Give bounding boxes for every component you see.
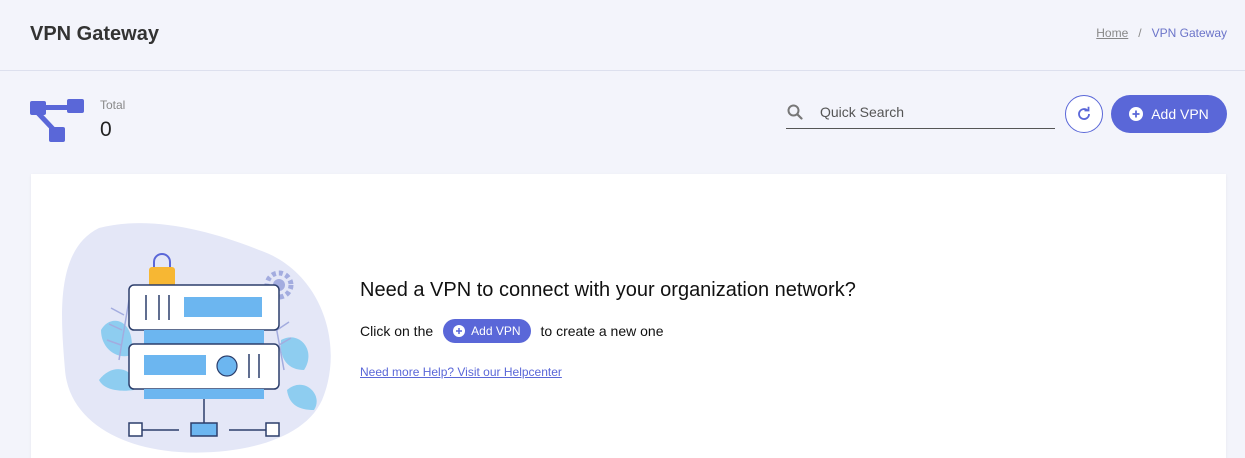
total-value: 0 xyxy=(100,118,112,141)
breadcrumb-current: VPN Gateway xyxy=(1151,26,1227,40)
plus-circle-icon xyxy=(453,325,466,337)
helpcenter-link[interactable]: Need more Help? Visit our Helpcenter xyxy=(360,365,562,379)
add-vpn-button[interactable]: Add VPN xyxy=(1111,95,1227,133)
refresh-icon xyxy=(1078,106,1090,120)
search-input[interactable] xyxy=(820,104,1040,120)
quick-search xyxy=(786,96,1055,129)
inline-add-vpn-label: Add VPN xyxy=(471,324,521,338)
search-icon xyxy=(787,104,803,120)
network-nodes-icon xyxy=(30,99,84,142)
breadcrumb: Home / VPN Gateway xyxy=(1096,26,1227,40)
empty-state-heading: Need a VPN to connect with your organiza… xyxy=(360,279,856,301)
breadcrumb-separator: / xyxy=(1138,26,1142,40)
page-header: VPN Gateway Home / VPN Gateway xyxy=(0,0,1245,71)
plus-circle-icon xyxy=(1129,107,1144,121)
instruction-suffix: to create a new one xyxy=(540,323,664,339)
page-title: VPN Gateway xyxy=(30,23,159,45)
empty-state-card: Need a VPN to connect with your organiza… xyxy=(31,174,1226,458)
inline-add-vpn-button[interactable]: Add VPN xyxy=(443,319,531,343)
total-label: Total xyxy=(100,98,126,112)
breadcrumb-home-link[interactable]: Home xyxy=(1096,26,1128,40)
vpn-server-illustration xyxy=(62,223,331,453)
empty-state-instruction: Click on the Add VPN to create a new one xyxy=(360,319,664,343)
instruction-prefix: Click on the xyxy=(360,323,434,339)
add-vpn-label: Add VPN xyxy=(1151,106,1209,122)
refresh-button[interactable] xyxy=(1065,95,1103,133)
